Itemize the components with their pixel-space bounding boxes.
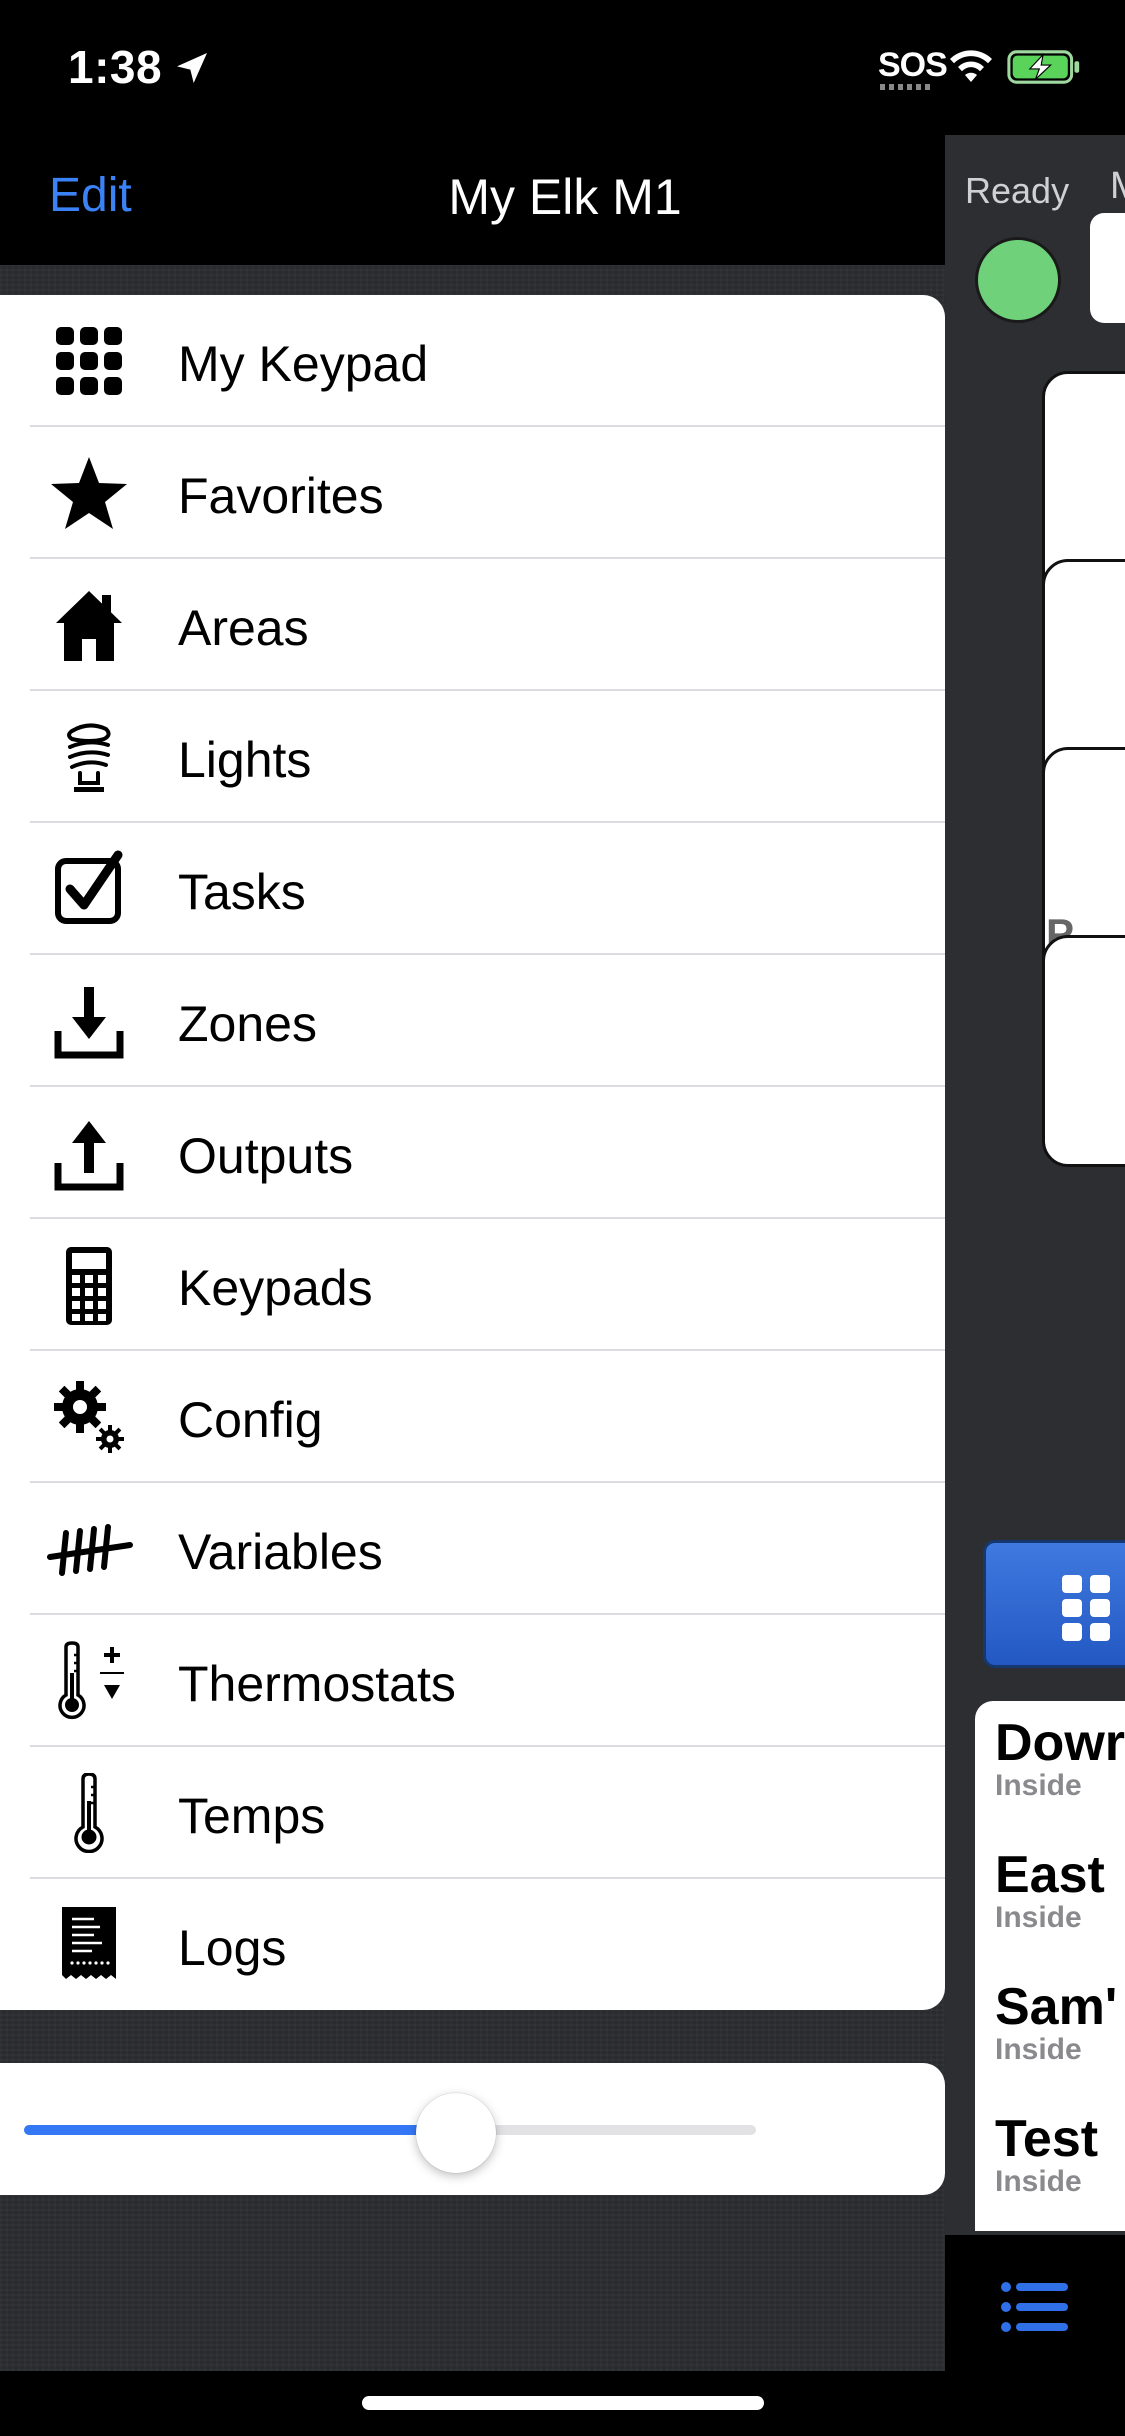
thermostat-icon xyxy=(58,1641,124,1720)
menu-item-label: Thermostats xyxy=(178,1656,456,1712)
bottom-toolbar xyxy=(945,2235,1125,2371)
list-item-name: Test xyxy=(995,2110,1099,2168)
slider-card xyxy=(0,2063,945,2195)
side-menu: My Keypad Favorites Areas Lights Tasks Z… xyxy=(0,295,945,2010)
menu-item-logs[interactable]: Logs xyxy=(0,1879,945,2010)
list-item-sub: Inside xyxy=(995,1901,1082,1934)
thermometer-icon xyxy=(74,1773,104,1853)
upload-tray-icon xyxy=(54,1121,124,1191)
list-item-sub: Inside xyxy=(995,2165,1082,2198)
menu-item-label: Lights xyxy=(178,732,312,788)
keypad-grid-icon xyxy=(56,327,122,395)
slider-fill xyxy=(24,2125,456,2135)
list-item-name: Sam' xyxy=(995,1978,1118,2036)
action-card[interactable] xyxy=(1042,935,1125,1167)
download-tray-icon xyxy=(54,987,124,1059)
menu-item-label: Variables xyxy=(178,1524,383,1580)
list-item[interactable]: Dowr Inside xyxy=(995,1713,1125,1803)
menu-item-tasks[interactable]: Tasks xyxy=(0,823,945,955)
keypad-grid-icon xyxy=(1062,1575,1110,1641)
list-item-sub: Inside xyxy=(995,1769,1082,1802)
list-item[interactable]: East Inside xyxy=(995,1845,1105,1935)
list-item-name: East xyxy=(995,1846,1105,1904)
ready-label: Ready xyxy=(965,170,1070,211)
wifi-icon xyxy=(950,50,992,82)
battery-charging-icon xyxy=(1007,50,1080,84)
status-carrier: SOS xyxy=(878,46,948,84)
menu-item-config[interactable]: Config xyxy=(0,1351,945,1483)
gears-icon xyxy=(54,1381,124,1453)
home-indicator[interactable] xyxy=(362,2396,764,2410)
menu-item-outputs[interactable]: Outputs xyxy=(0,1087,945,1219)
tally-marks-icon xyxy=(47,1524,133,1576)
menu-item-label: Logs xyxy=(178,1920,287,1976)
menu-item-areas[interactable]: Areas xyxy=(0,559,945,691)
list-menu-icon[interactable] xyxy=(1000,2280,1070,2334)
menu-item-label: Favorites xyxy=(178,468,384,524)
zone-list: Dowr Inside East Inside Sam' Inside Test… xyxy=(975,1701,1125,2231)
menu-item-keypads[interactable]: Keypads xyxy=(0,1219,945,1351)
house-icon xyxy=(56,591,122,661)
truncated-label: M xyxy=(1110,165,1125,208)
menu-item-label: Outputs xyxy=(178,1128,354,1184)
menu-item-label: Areas xyxy=(178,600,309,656)
signal-dots xyxy=(880,84,934,90)
menu-item-variables[interactable]: Variables xyxy=(0,1483,945,1615)
display-field xyxy=(1090,213,1125,323)
calculator-icon xyxy=(66,1247,112,1325)
menu-item-my-keypad[interactable]: My Keypad xyxy=(0,295,945,427)
menu-item-label: Temps xyxy=(178,1788,326,1844)
menu-item-label: Tasks xyxy=(178,864,306,920)
menu-item-label: Keypads xyxy=(178,1260,373,1316)
status-bar: 1:38 SOS xyxy=(0,0,1125,135)
list-item[interactable]: Sam' Inside xyxy=(995,1977,1117,2067)
ready-status-indicator xyxy=(975,237,1061,323)
menu-item-temps[interactable]: Temps xyxy=(0,1747,945,1879)
star-icon xyxy=(51,457,127,529)
page-title: My Elk M1 xyxy=(448,169,682,225)
background-main-panel: Ready M P Dowr Inside East Inside Sam' I… xyxy=(945,135,1125,2371)
menu-item-label: Zones xyxy=(178,996,317,1052)
menu-item-zones[interactable]: Zones xyxy=(0,955,945,1087)
list-item-sub: Inside xyxy=(995,2033,1082,2066)
light-bulb-icon xyxy=(67,723,111,792)
receipt-log-icon xyxy=(62,1907,116,1979)
list-item-name: Dowr xyxy=(995,1714,1125,1772)
list-item[interactable]: Test Inside xyxy=(995,2109,1098,2199)
slider-track[interactable] xyxy=(24,2125,756,2135)
menu-item-label: My Keypad xyxy=(178,336,429,392)
menu-item-favorites[interactable]: Favorites xyxy=(0,427,945,559)
edit-button[interactable]: Edit xyxy=(49,168,132,223)
keypad-button[interactable] xyxy=(983,1540,1125,1668)
location-arrow-icon xyxy=(177,53,207,83)
menu-item-thermostats[interactable]: Thermostats xyxy=(0,1615,945,1747)
status-time: 1:38 xyxy=(68,41,163,93)
slider-thumb[interactable] xyxy=(415,2093,496,2173)
checkbox-icon xyxy=(55,850,123,924)
menu-item-lights[interactable]: Lights xyxy=(0,691,945,823)
menu-item-label: Config xyxy=(178,1392,323,1448)
